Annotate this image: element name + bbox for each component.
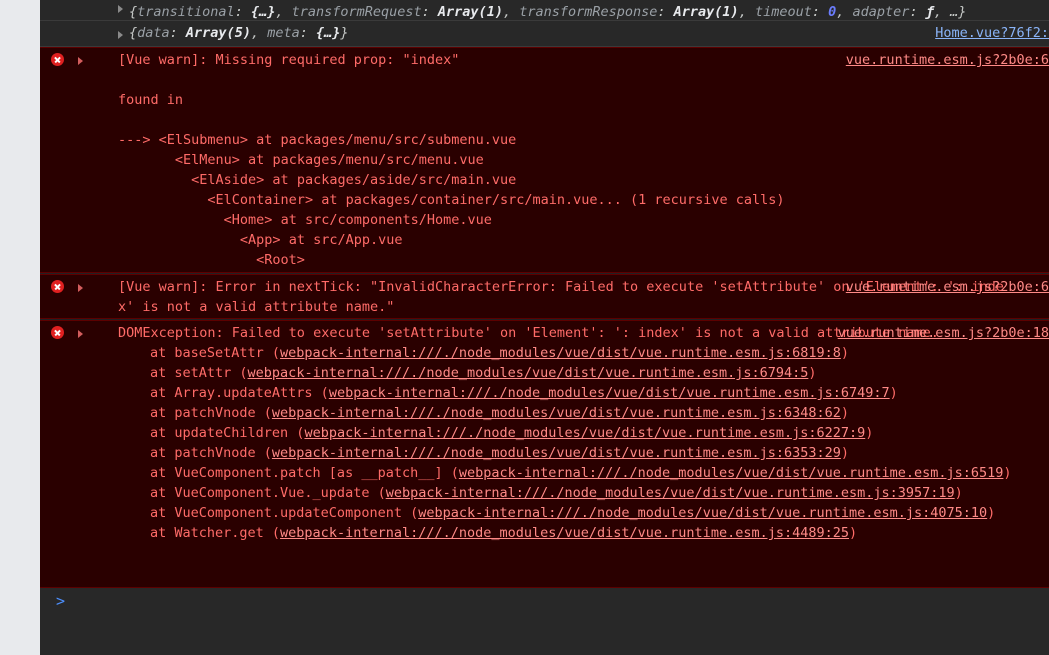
expand-arrow-icon[interactable] bbox=[78, 57, 83, 65]
stack-frame: at Array.updateAttrs (webpack-internal:/… bbox=[150, 385, 898, 401]
stack-frame: at updateChildren (webpack-internal:///.… bbox=[150, 425, 874, 441]
stack-frame: at VueComponent.updateComponent (webpack… bbox=[150, 505, 996, 521]
source-link[interactable]: vue.runtime.esm.js?2b0e:6 bbox=[846, 50, 1049, 70]
left-gutter bbox=[0, 0, 40, 655]
console-prompt-row[interactable]: > bbox=[40, 588, 1049, 614]
stack-frame-link[interactable]: webpack-internal:///./node_modules/vue/d… bbox=[418, 505, 987, 521]
stack-frame: at baseSetAttr (webpack-internal:///./no… bbox=[150, 345, 849, 361]
console-input[interactable] bbox=[65, 591, 1049, 611]
stack-frame: at VueComponent.Vue._update (webpack-int… bbox=[150, 485, 963, 501]
error-icon bbox=[51, 53, 64, 66]
error-component-trace: found in ---> <ElSubmenu> at packages/me… bbox=[118, 92, 785, 268]
stack-frame-link[interactable]: webpack-internal:///./node_modules/vue/d… bbox=[272, 405, 841, 421]
stack-frame-link[interactable]: webpack-internal:///./node_modules/vue/d… bbox=[248, 365, 809, 381]
expand-arrow-icon[interactable] bbox=[78, 330, 83, 338]
stack-frame: at setAttr (webpack-internal:///./node_m… bbox=[150, 365, 817, 381]
stack-frame: at Watcher.get (webpack-internal:///./no… bbox=[150, 525, 858, 541]
stack-frame-link[interactable]: webpack-internal:///./node_modules/vue/d… bbox=[280, 345, 841, 361]
expand-arrow-icon[interactable] bbox=[118, 31, 123, 39]
console-log-row[interactable]: {transitional: {…}, transformRequest: Ar… bbox=[40, 0, 1049, 21]
stack-frame-link[interactable]: webpack-internal:///./node_modules/vue/d… bbox=[272, 445, 841, 461]
error-icon bbox=[51, 280, 64, 293]
prompt-caret-icon: > bbox=[56, 591, 66, 610]
log-message-text: {transitional: {…}, transformRequest: Ar… bbox=[129, 4, 967, 20]
expand-arrow-icon[interactable] bbox=[78, 284, 83, 292]
console-error-row[interactable]: [Vue warn]: Error in nextTick: "InvalidC… bbox=[40, 274, 1049, 319]
source-link[interactable]: vue.runtime.esm.js?2b0e:18 bbox=[838, 323, 1049, 343]
log-message-text: {data: Array(5), meta: {…}} bbox=[129, 25, 349, 41]
stack-frame-link[interactable]: webpack-internal:///./node_modules/vue/d… bbox=[386, 485, 955, 501]
console-error-row[interactable]: [Vue warn]: Missing required prop: "inde… bbox=[40, 47, 1049, 273]
console-empty-area[interactable] bbox=[40, 614, 1049, 655]
stack-frame-link[interactable]: webpack-internal:///./node_modules/vue/d… bbox=[459, 465, 1004, 481]
stack-frame: at patchVnode (webpack-internal:///./nod… bbox=[150, 405, 850, 421]
console-log-row[interactable]: {data: Array(5), meta: {…}} Home.vue?76f… bbox=[40, 21, 1049, 47]
stack-frame-link[interactable]: webpack-internal:///./node_modules/vue/d… bbox=[304, 425, 865, 441]
stack-frame: at patchVnode (webpack-internal:///./nod… bbox=[150, 445, 850, 461]
stack-frame-link[interactable]: webpack-internal:///./node_modules/vue/d… bbox=[329, 385, 890, 401]
stack-frame: at VueComponent.patch [as __patch__] (we… bbox=[150, 465, 1012, 481]
console-message-list[interactable]: {transitional: {…}, transformRequest: Ar… bbox=[40, 0, 1049, 655]
source-link[interactable]: Home.vue?76f2: bbox=[935, 23, 1049, 43]
error-stack-trace[interactable]: at baseSetAttr (webpack-internal:///./no… bbox=[40, 343, 1049, 543]
expand-arrow-icon[interactable] bbox=[118, 5, 123, 13]
error-icon bbox=[51, 326, 64, 339]
devtools-console-panel: {transitional: {…}, transformRequest: Ar… bbox=[0, 0, 1049, 655]
stack-frame-link[interactable]: webpack-internal:///./node_modules/vue/d… bbox=[280, 525, 849, 541]
source-link[interactable]: vue.runtime.esm.js?2b0e:6 bbox=[846, 277, 1049, 297]
console-error-row[interactable]: DOMException: Failed to execute 'setAttr… bbox=[40, 320, 1049, 588]
